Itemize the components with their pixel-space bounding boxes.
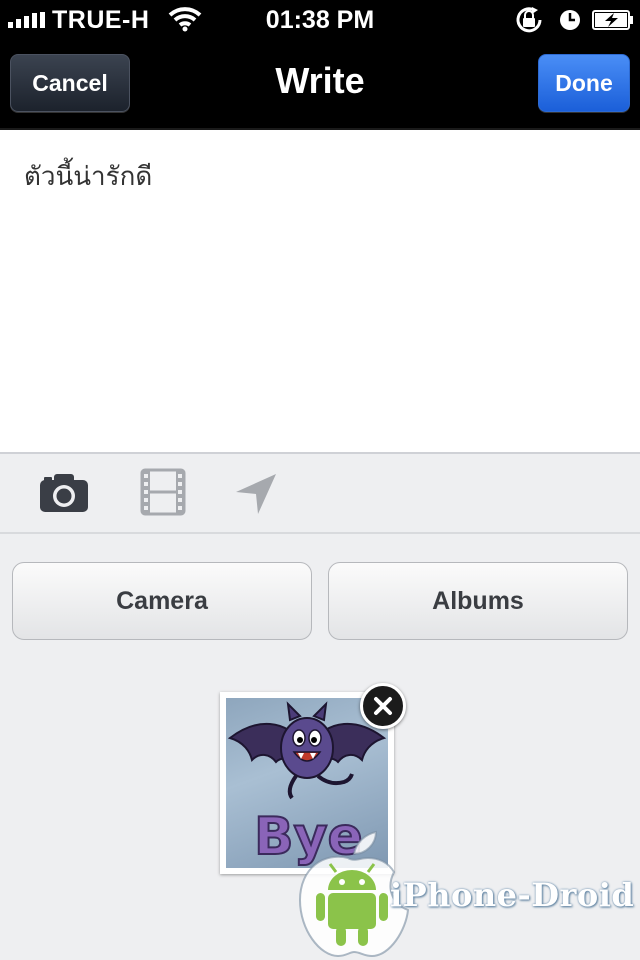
video-icon[interactable]	[140, 468, 186, 516]
rotation-lock-icon	[516, 7, 542, 33]
done-button[interactable]: Done	[538, 54, 630, 112]
location-icon[interactable]	[234, 472, 278, 516]
remove-attachment-button[interactable]	[360, 683, 406, 729]
navigation-bar: Cancel Write Done	[0, 40, 640, 130]
compose-text-area[interactable]: ตัวนี้น่ารักดี	[0, 130, 640, 454]
battery-charging-icon	[592, 10, 633, 30]
compose-text: ตัวนี้น่ารักดี	[24, 162, 153, 192]
watermark-text: iPhone-Droid	[390, 876, 635, 914]
camera-button[interactable]: Camera	[12, 562, 312, 640]
status-bar: TRUE-H 01:38 PM	[0, 0, 640, 40]
albums-button[interactable]: Albums	[328, 562, 628, 640]
camera-icon[interactable]	[38, 472, 90, 514]
attachment-toolbar	[0, 454, 640, 534]
close-icon	[374, 697, 392, 715]
alarm-icon	[560, 10, 580, 30]
